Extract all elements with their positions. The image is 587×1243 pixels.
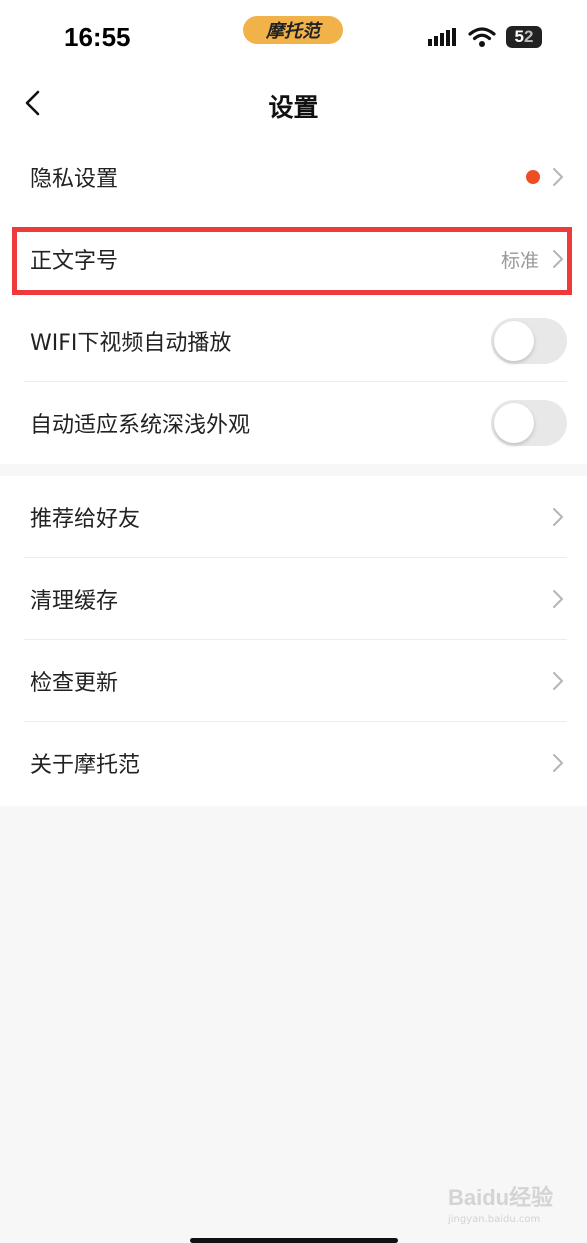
- row-label: 自动适应系统深浅外观: [30, 413, 251, 438]
- status-time: 16:55: [64, 22, 131, 52]
- row-label: 正文字号: [30, 249, 119, 274]
- row-label: 检查更新: [30, 671, 119, 696]
- row-label: 推荐给好友: [30, 507, 141, 532]
- chevron-right-icon: [553, 168, 563, 186]
- toggle-knob: [494, 321, 534, 361]
- page-title: 设置: [268, 93, 319, 122]
- row-privacy-settings[interactable]: 隐私设置: [0, 136, 587, 218]
- battery-icon: 52: [506, 26, 542, 48]
- watermark-main: Baidu经验: [448, 1185, 554, 1210]
- row-recommend-friends[interactable]: 推荐给好友: [0, 476, 587, 558]
- notification-dot: [526, 170, 540, 184]
- row-wifi-autoplay: WIFI下视频自动播放: [0, 300, 587, 382]
- font-size-value: 标准: [500, 249, 539, 272]
- row-check-update[interactable]: 检查更新: [0, 640, 587, 722]
- signal-icon: [428, 28, 456, 46]
- battery-level: 52: [514, 27, 534, 46]
- toggle-knob: [494, 403, 534, 443]
- row-label: 隐私设置: [30, 167, 119, 192]
- wifi-icon: [468, 27, 496, 47]
- app-badge[interactable]: 摩托范: [243, 16, 343, 44]
- row-clear-cache[interactable]: 清理缓存: [0, 558, 587, 640]
- wifi-autoplay-toggle[interactable]: [491, 318, 567, 364]
- chevron-right-icon: [553, 590, 563, 608]
- nav-bar: 设置: [0, 74, 587, 134]
- chevron-right-icon: [553, 672, 563, 690]
- settings-group-general: 推荐给好友 清理缓存 检查更新 关于摩托范: [0, 476, 587, 806]
- row-auto-appearance: 自动适应系统深浅外观: [0, 382, 587, 464]
- row-label: WIFI下视频自动播放: [30, 331, 232, 356]
- row-label: 关于摩托范: [30, 753, 141, 778]
- chevron-right-icon: [553, 508, 563, 526]
- status-bar: 16:55 摩托范 52: [0, 0, 587, 74]
- watermark: Baidu经验 jingyan.baidu.com: [448, 1180, 578, 1230]
- home-indicator: [190, 1238, 398, 1243]
- chevron-right-icon: [553, 754, 563, 772]
- chevron-right-icon: [553, 250, 563, 268]
- row-font-size[interactable]: 正文字号 标准: [0, 218, 587, 300]
- watermark-sub: jingyan.baidu.com: [448, 1214, 541, 1225]
- auto-appearance-toggle[interactable]: [491, 400, 567, 446]
- row-label: 清理缓存: [30, 589, 119, 614]
- settings-group-display: 隐私设置 正文字号 标准 WIFI下视频自动播放 自动适应系统深浅外观: [0, 134, 587, 464]
- row-about[interactable]: 关于摩托范: [0, 722, 587, 804]
